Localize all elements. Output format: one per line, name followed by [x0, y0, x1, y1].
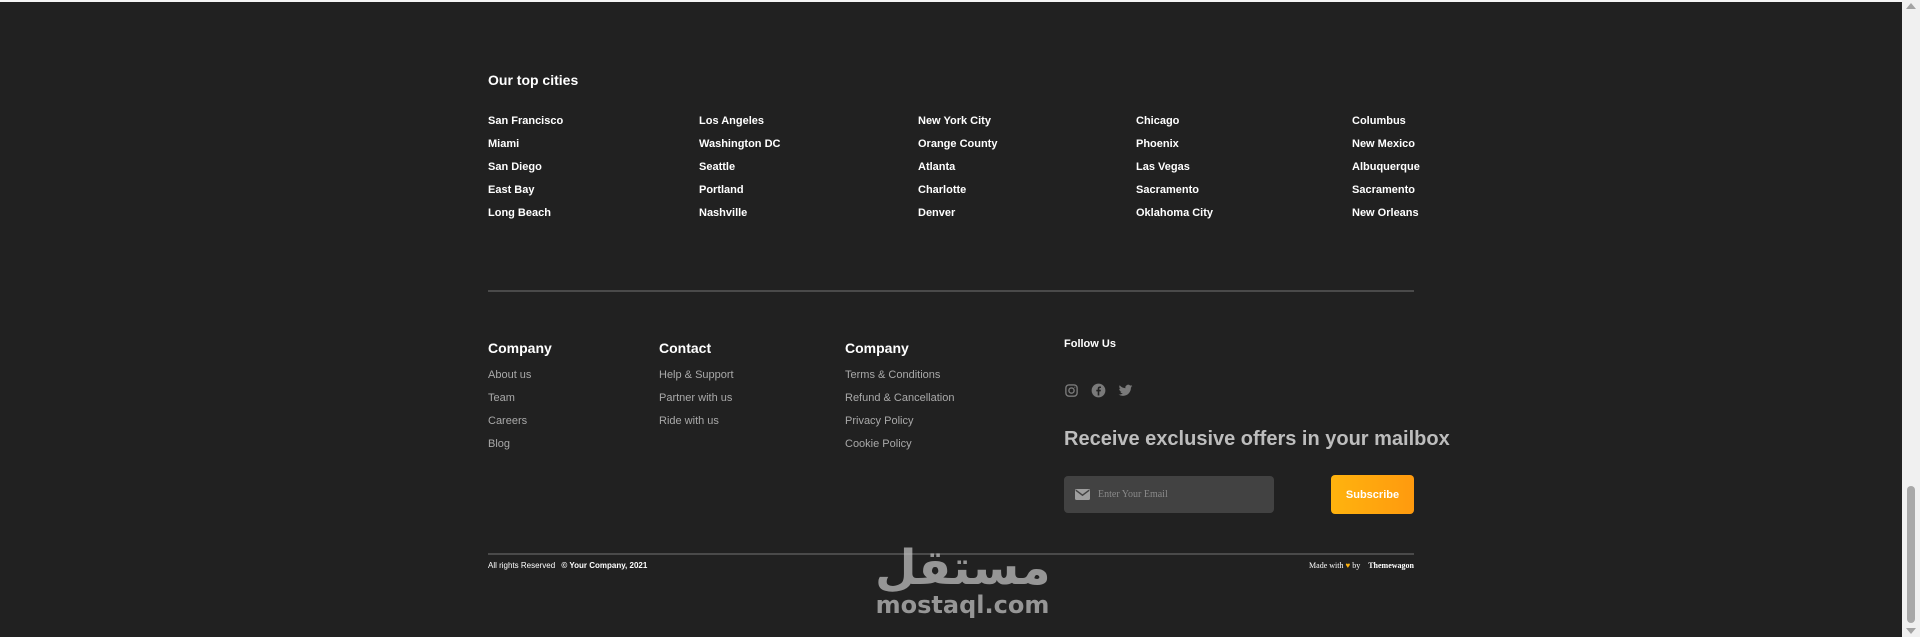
city-column-5: Columbus New Mexico Albuquerque Sacramen… [1352, 114, 1420, 229]
city-link[interactable]: East Bay [488, 183, 563, 206]
footer-link-partner[interactable]: Partner with us [659, 391, 734, 414]
city-link[interactable]: Seattle [699, 160, 780, 183]
footer-link-careers[interactable]: Careers [488, 414, 552, 437]
email-field-container [1064, 476, 1274, 513]
footer-contact-heading: Contact [659, 340, 712, 356]
follow-us-heading: Follow Us [1064, 338, 1116, 350]
scrollbar-thumb[interactable] [1907, 486, 1915, 623]
footer-company-heading: Company [488, 340, 552, 356]
city-link[interactable]: New York City [918, 114, 997, 137]
city-column-2: Los Angeles Washington DC Seattle Portla… [699, 114, 780, 229]
footer-company-column: Company About us Team Careers Blog [488, 340, 552, 460]
newsletter-heading: Receive exclusive offers in your mailbox [1064, 428, 1450, 450]
made-with-text: Made with [1309, 561, 1344, 570]
footer-link-privacy[interactable]: Privacy Policy [845, 414, 954, 437]
footer-link-ride[interactable]: Ride with us [659, 414, 734, 437]
city-column-1: San Francisco Miami San Diego East Bay L… [488, 114, 563, 229]
watermark-latin: mostaql.com [875, 591, 1050, 619]
footer-link-refund[interactable]: Refund & Cancellation [845, 391, 954, 414]
city-link[interactable]: Atlanta [918, 160, 997, 183]
twitter-icon[interactable] [1118, 383, 1133, 398]
footer-link-cookie[interactable]: Cookie Policy [845, 437, 954, 460]
top-edge [0, 0, 1902, 2]
footer-link-terms[interactable]: Terms & Conditions [845, 368, 954, 391]
scroll-down-arrow-icon[interactable] [1906, 628, 1916, 634]
city-link[interactable]: New Mexico [1352, 137, 1420, 160]
envelope-icon [1075, 489, 1090, 500]
email-input[interactable] [1096, 488, 1260, 501]
footer-link-help[interactable]: Help & Support [659, 368, 734, 391]
city-link[interactable]: Sacramento [1352, 183, 1420, 206]
footer-legal-heading: Company [845, 340, 909, 356]
copyright-notice: All rights Reserved © Your Company, 2021 [488, 561, 647, 570]
city-link[interactable]: Oklahoma City [1136, 206, 1213, 229]
watermark-arabic: مستقل [875, 540, 1051, 596]
city-link[interactable]: Portland [699, 183, 780, 206]
copyright-text: © Your Company, 2021 [561, 561, 648, 570]
footer-link-blog[interactable]: Blog [488, 437, 552, 460]
author-link[interactable]: Themewagon [1368, 561, 1414, 570]
city-link[interactable]: Chicago [1136, 114, 1213, 137]
city-link[interactable]: Nashville [699, 206, 780, 229]
top-cities-heading: Our top cities [488, 72, 579, 88]
section-divider [488, 290, 1414, 292]
city-link[interactable]: Denver [918, 206, 997, 229]
scroll-up-arrow-icon[interactable] [1906, 3, 1916, 9]
mostaql-watermark: مستقل mostaql.com [875, 540, 1051, 625]
footer-link-team[interactable]: Team [488, 391, 552, 414]
instagram-icon[interactable] [1064, 383, 1079, 398]
city-link[interactable]: San Francisco [488, 114, 563, 137]
city-link[interactable]: Miami [488, 137, 563, 160]
social-links [1064, 383, 1133, 398]
city-link[interactable]: New Orleans [1352, 206, 1420, 229]
heart-icon: ♥ [1345, 561, 1351, 570]
city-link[interactable]: Columbus [1352, 114, 1420, 137]
city-link[interactable]: Washington DC [699, 137, 780, 160]
by-text: by [1352, 561, 1361, 570]
made-with-credit: Made with ♥ by Themewagon [1309, 561, 1414, 570]
city-link[interactable]: Albuquerque [1352, 160, 1420, 183]
city-link[interactable]: Long Beach [488, 206, 563, 229]
city-link[interactable]: Las Vegas [1136, 160, 1213, 183]
city-link[interactable]: Los Angeles [699, 114, 780, 137]
city-column-3: New York City Orange County Atlanta Char… [918, 114, 997, 229]
subscribe-button[interactable]: Subscribe [1331, 475, 1414, 514]
vertical-scrollbar[interactable] [1902, 0, 1920, 637]
city-column-4: Chicago Phoenix Las Vegas Sacramento Okl… [1136, 114, 1213, 229]
city-link[interactable]: Charlotte [918, 183, 997, 206]
city-link[interactable]: San Diego [488, 160, 563, 183]
footer-legal-column: Company Terms & Conditions Refund & Canc… [845, 340, 954, 460]
facebook-icon[interactable] [1091, 383, 1106, 398]
city-link[interactable]: Sacramento [1136, 183, 1213, 206]
footer-link-about[interactable]: About us [488, 368, 552, 391]
rights-text: All rights Reserved [488, 561, 556, 570]
city-link[interactable]: Orange County [918, 137, 997, 160]
city-link[interactable]: Phoenix [1136, 137, 1213, 160]
footer-contact-column: Contact Help & Support Partner with us R… [659, 340, 734, 437]
